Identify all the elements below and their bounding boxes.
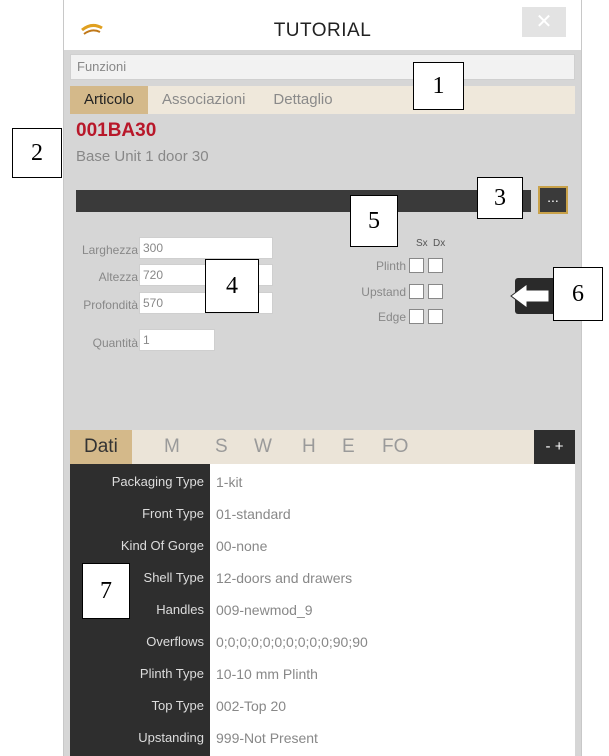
article-code: 001BA30 [76, 120, 157, 141]
tutorial-window: TUTORIAL ✕ Funzioni Articolo Associazion… [63, 0, 582, 756]
funzioni-bar[interactable]: Funzioni [70, 54, 575, 80]
upstand-sx-checkbox[interactable] [409, 284, 424, 299]
tab-w[interactable]: W [254, 430, 272, 464]
callout-4: 4 [205, 259, 259, 313]
edge-dx-checkbox[interactable] [428, 309, 443, 324]
tab-h[interactable]: H [302, 430, 316, 464]
tab-dettaglio[interactable]: Dettaglio [259, 86, 346, 114]
upstand-dx-checkbox[interactable] [428, 284, 443, 299]
property-row[interactable]: Plinth Type 10-10 mm Plinth [70, 658, 575, 690]
property-label: Kind Of Gorge [120, 538, 204, 553]
altezza-label: Altezza [98, 270, 138, 284]
tab-s[interactable]: S [215, 430, 228, 464]
callout-1: 1 [413, 62, 464, 110]
article-search-bar[interactable] [76, 190, 531, 212]
larghezza-label: Larghezza [81, 243, 138, 257]
property-value: 10-10 mm Plinth [216, 666, 318, 682]
tab-associazioni[interactable]: Associazioni [148, 86, 259, 114]
edge-sx-checkbox[interactable] [409, 309, 424, 324]
window-title: TUTORIAL [273, 20, 372, 41]
quantita-field[interactable] [139, 329, 215, 351]
edge-label: Edge [377, 310, 406, 324]
property-row[interactable]: Upstanding 999-Not Present [70, 722, 575, 754]
property-value: 12-doors and drawers [216, 570, 353, 586]
property-label: Packaging Type [111, 474, 204, 489]
properties-table: Packaging Type 1-kit Front Type 01-stand… [70, 464, 575, 756]
tab-m[interactable]: M [164, 430, 180, 464]
profondita-label: Profondità [83, 298, 138, 312]
upstand-label: Upstand [361, 285, 406, 299]
property-label: Top Type [151, 698, 204, 713]
tab-e[interactable]: E [342, 430, 355, 464]
property-row[interactable]: Top Type 002-Top 20 [70, 690, 575, 722]
property-row[interactable]: Packaging Type 1-kit [70, 466, 575, 498]
property-label: Front Type [142, 506, 204, 521]
property-value: 01-standard [216, 506, 291, 522]
property-value: 1-kit [216, 474, 243, 490]
dx-column-header: Dx [433, 238, 446, 249]
property-row[interactable]: Overflows 0;0;0;0;0;0;0;0;0;0;90;90 [70, 626, 575, 658]
zoom-buttons[interactable]: - + [534, 430, 575, 464]
callout-3: 3 [477, 177, 523, 219]
article-description: Base Unit 1 door 30 [76, 148, 209, 165]
callout-7: 7 [82, 563, 130, 619]
larghezza-field[interactable] [139, 237, 273, 259]
tab-dati[interactable]: Dati [70, 430, 132, 464]
title-bar: TUTORIAL ✕ [64, 0, 581, 50]
property-label: Overflows [146, 634, 204, 649]
property-row[interactable]: Shell Type 12-doors and drawers [70, 562, 575, 594]
property-value: 002-Top 20 [216, 698, 287, 714]
quantita-label: Quantità [92, 336, 138, 350]
sx-column-header: Sx [416, 238, 428, 249]
plinth-sx-checkbox[interactable] [409, 258, 424, 273]
property-row[interactable]: Front Type 01-standard [70, 498, 575, 530]
close-button[interactable]: ✕ [522, 7, 566, 37]
tab-articolo[interactable]: Articolo [70, 86, 149, 114]
callout-5: 5 [350, 195, 398, 247]
browse-button[interactable]: ... [538, 186, 568, 214]
property-label: Plinth Type [139, 666, 204, 681]
plinth-dx-checkbox[interactable] [428, 258, 443, 273]
property-label: Upstanding [138, 730, 204, 745]
property-value: 00-none [216, 538, 268, 554]
property-value: 0;0;0;0;0;0;0;0;0;0;90;90 [216, 634, 368, 650]
property-value: 009-newmod_9 [216, 602, 313, 618]
property-row[interactable]: Kind Of Gorge 00-none [70, 530, 575, 562]
plinth-label: Plinth [375, 259, 406, 273]
property-row[interactable]: Handles 009-newmod_9 [70, 594, 575, 626]
main-tabs: Articolo Associazioni Dettaglio [70, 86, 575, 114]
detail-tabs: Dati M S W H E FO - + [70, 430, 575, 464]
property-value: 999-Not Present [216, 730, 318, 746]
tab-fo[interactable]: FO [382, 430, 408, 464]
callout-2: 2 [12, 128, 62, 178]
callout-6: 6 [553, 267, 603, 321]
